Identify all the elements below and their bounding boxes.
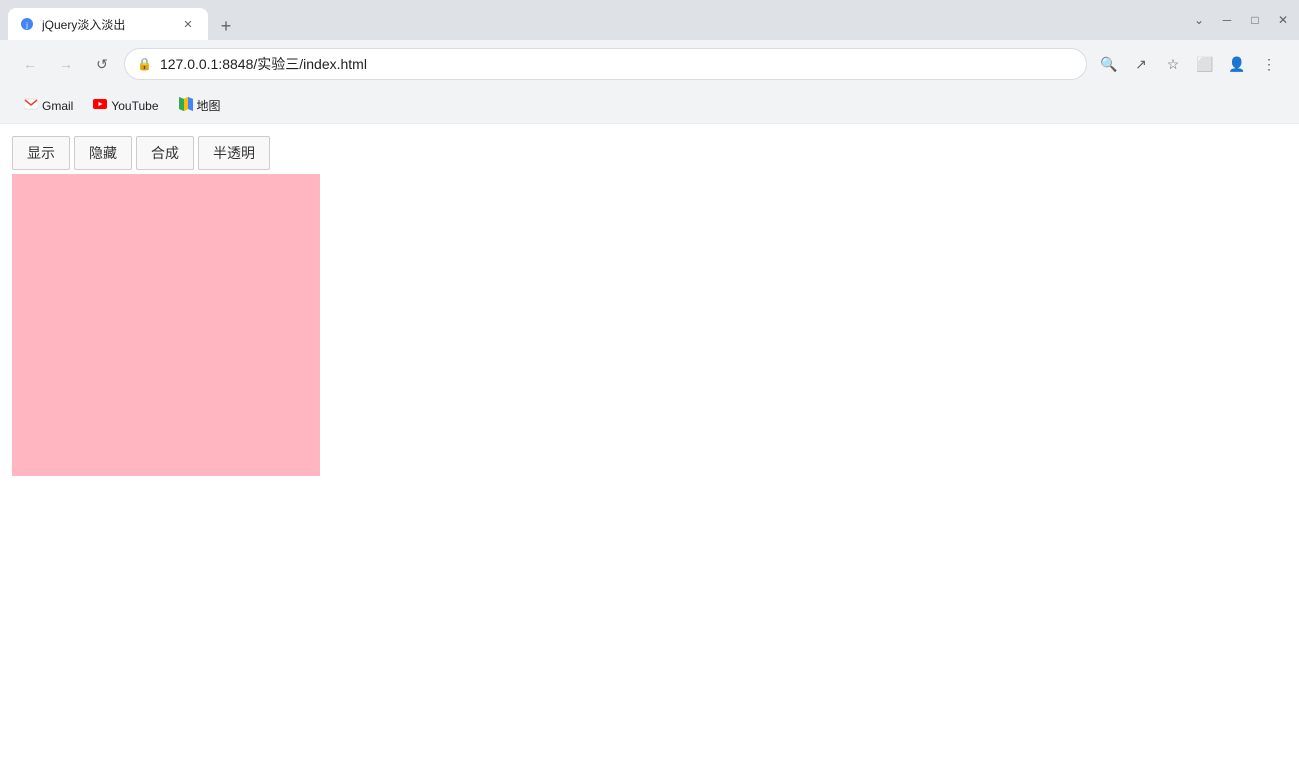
restore-button[interactable]: □ — [1247, 13, 1263, 27]
more-button[interactable]: ⋮ — [1255, 50, 1283, 78]
tab-area: j jQuery淡入淡出 ✕ + — [8, 0, 1183, 40]
svg-text:j: j — [25, 23, 28, 30]
youtube-label: YouTube — [111, 99, 158, 113]
tab-title: jQuery淡入淡出 — [42, 16, 172, 33]
youtube-icon — [93, 97, 107, 114]
back-button[interactable]: ← — [16, 50, 44, 78]
zoom-button[interactable]: 🔍 — [1095, 50, 1123, 78]
split-button[interactable]: ⬜ — [1191, 50, 1219, 78]
show-button[interactable]: 显示 — [12, 136, 70, 170]
minimize-button[interactable]: ─ — [1219, 13, 1235, 27]
tab-close-button[interactable]: ✕ — [180, 16, 196, 32]
profile-button[interactable]: 👤 — [1223, 50, 1251, 78]
bookmark-gmail[interactable]: Gmail — [16, 93, 81, 118]
animated-box — [12, 174, 320, 476]
gmail-label: Gmail — [42, 99, 73, 113]
title-bar: j jQuery淡入淡出 ✕ + ⌄ ─ □ ✕ — [0, 0, 1299, 40]
maps-label: 地图 — [197, 97, 221, 114]
address-actions: 🔍 ↗ ☆ ⬜ 👤 ⋮ — [1095, 50, 1283, 78]
maps-icon — [179, 97, 193, 114]
gmail-icon — [24, 97, 38, 114]
fadein-button[interactable]: 合成 — [136, 136, 194, 170]
bookmark-youtube[interactable]: YouTube — [85, 93, 166, 118]
browser-frame: j jQuery淡入淡出 ✕ + ⌄ ─ □ ✕ ← → ↺ 🔒 127.0.0… — [0, 0, 1299, 766]
reload-button[interactable]: ↺ — [88, 50, 116, 78]
page-content: 显示 隐藏 合成 半透明 — [0, 124, 1299, 766]
buttons-row: 显示 隐藏 合成 半透明 — [12, 136, 1287, 170]
hide-button[interactable]: 隐藏 — [74, 136, 132, 170]
close-button[interactable]: ✕ — [1275, 13, 1291, 27]
forward-button[interactable]: → — [52, 50, 80, 78]
tab-favicon: j — [20, 17, 34, 31]
bookmark-button[interactable]: ☆ — [1159, 50, 1187, 78]
window-controls: ⌄ ─ □ ✕ — [1191, 13, 1291, 27]
address-bar: ← → ↺ 🔒 127.0.0.1:8848/实验三/index.html 🔍 … — [0, 40, 1299, 88]
lock-icon: 🔒 — [137, 57, 152, 71]
url-text: 127.0.0.1:8848/实验三/index.html — [160, 54, 1074, 74]
bookmark-maps[interactable]: 地图 — [171, 93, 229, 118]
fadeto-button[interactable]: 半透明 — [198, 136, 270, 170]
new-tab-button[interactable]: + — [212, 12, 240, 40]
address-input[interactable]: 🔒 127.0.0.1:8848/实验三/index.html — [124, 48, 1087, 80]
bookmarks-bar: Gmail YouTube 地图 — [0, 88, 1299, 124]
share-button[interactable]: ↗ — [1127, 50, 1155, 78]
active-tab[interactable]: j jQuery淡入淡出 ✕ — [8, 8, 208, 40]
chevron-down-button[interactable]: ⌄ — [1191, 13, 1207, 27]
